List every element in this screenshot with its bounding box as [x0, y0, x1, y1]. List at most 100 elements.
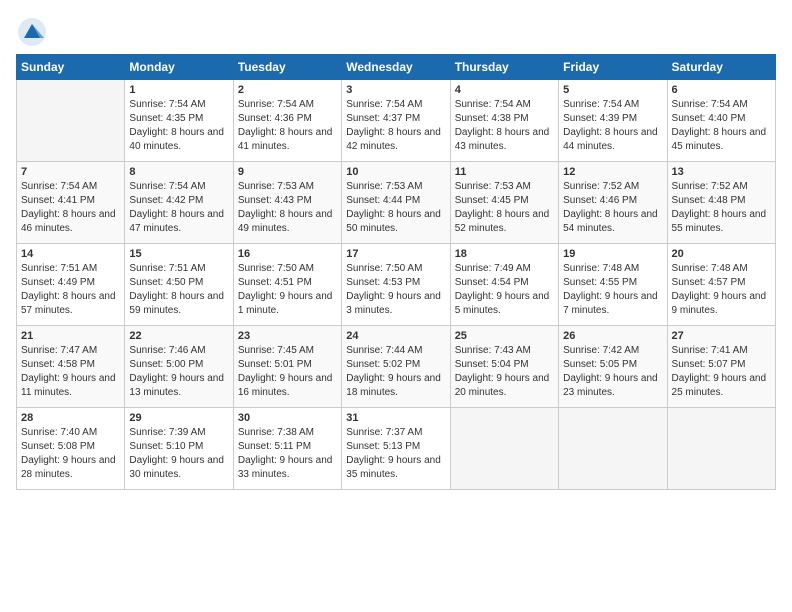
day-info: Sunrise: 7:54 AMSunset: 4:38 PMDaylight:…	[455, 98, 554, 154]
table-row: 2 Sunrise: 7:54 AMSunset: 4:36 PMDaylight…	[233, 80, 341, 162]
day-number: 16	[238, 248, 337, 260]
day-info: Sunrise: 7:54 AMSunset: 4:40 PMDaylight:…	[672, 98, 771, 154]
day-number: 2	[238, 84, 337, 96]
table-row: 15Sunrise: 7:51 AMSunset: 4:50 PMDayligh…	[125, 244, 233, 326]
day-number: 13	[672, 166, 771, 178]
logo-icon	[16, 16, 44, 44]
table-row: 22 Sunrise: 7:46 AMSunset: 5:00 PMDayligh…	[125, 326, 233, 408]
table-row: 19 Sunrise: 7:48 AMSunset: 4:55 PMDayligh…	[559, 244, 667, 326]
day-info: Sunrise: 7:47 AMSunset: 4:58 PMDaylight:…	[21, 344, 120, 400]
day-info: Sunrise: 7:54 AMSunset: 4:39 PMDaylight:…	[563, 98, 662, 154]
day-info: Sunrise: 7:54 AMSunset: 4:42 PMDaylight:…	[129, 180, 228, 236]
calendar-week-row: 28 Sunrise: 7:40 AMSunset: 5:08 PMDayligh…	[17, 408, 776, 490]
table-row: 21 Sunrise: 7:47 AMSunset: 4:58 PMDayligh…	[17, 326, 125, 408]
table-row: 20 Sunrise: 7:48 AMSunset: 4:57 PMDayligh…	[667, 244, 775, 326]
day-info: Sunrise: 7:52 AMSunset: 4:48 PMDaylight:…	[672, 180, 771, 236]
table-row: 4 Sunrise: 7:54 AMSunset: 4:38 PMDaylight…	[450, 80, 558, 162]
header-sunday: Sunday	[17, 55, 125, 80]
day-number: 30	[238, 412, 337, 424]
table-row: 25 Sunrise: 7:43 AMSunset: 5:04 PMDayligh…	[450, 326, 558, 408]
day-info: Sunrise: 7:48 AMSunset: 4:57 PMDaylight:…	[672, 262, 771, 318]
calendar-week-row: 7 Sunrise: 7:54 AMSunset: 4:41 PMDaylight…	[17, 162, 776, 244]
header-friday: Friday	[559, 55, 667, 80]
day-info: Sunrise: 7:48 AMSunset: 4:55 PMDaylight:…	[563, 262, 662, 318]
day-number: 17	[346, 248, 445, 260]
header-wednesday: Wednesday	[342, 55, 450, 80]
table-row: 30 Sunrise: 7:38 AMSunset: 5:11 PMDayligh…	[233, 408, 341, 490]
day-info: Sunrise: 7:37 AMSunset: 5:13 PMDaylight:…	[346, 426, 445, 482]
day-info: Sunrise: 7:49 AMSunset: 4:54 PMDaylight:…	[455, 262, 554, 318]
header-tuesday: Tuesday	[233, 55, 341, 80]
day-info: Sunrise: 7:46 AMSunset: 5:00 PMDaylight:…	[129, 344, 228, 400]
day-number: 7	[21, 166, 120, 178]
table-row: 10 Sunrise: 7:53 AMSunset: 4:44 PMDayligh…	[342, 162, 450, 244]
day-number: 10	[346, 166, 445, 178]
day-info: Sunrise: 7:39 AMSunset: 5:10 PMDaylight:…	[129, 426, 228, 482]
table-row: 13 Sunrise: 7:52 AMSunset: 4:48 PMDayligh…	[667, 162, 775, 244]
day-number: 19	[563, 248, 662, 260]
day-number: 6	[672, 84, 771, 96]
table-row: 24 Sunrise: 7:44 AMSunset: 5:02 PMDayligh…	[342, 326, 450, 408]
header	[16, 16, 776, 44]
day-number: 11	[455, 166, 554, 178]
table-row: 14Sunrise: 7:51 AMSunset: 4:49 PMDayligh…	[17, 244, 125, 326]
day-number: 3	[346, 84, 445, 96]
day-number: 24	[346, 330, 445, 342]
calendar-table: Sunday Monday Tuesday Wednesday Thursday…	[16, 54, 776, 490]
table-row: 6 Sunrise: 7:54 AMSunset: 4:40 PMDaylight…	[667, 80, 775, 162]
day-info: Sunrise: 7:51 AMSunset: 4:50 PMDaylight:…	[129, 262, 228, 318]
day-number: 8	[129, 166, 228, 178]
calendar-week-row: 1 Sunrise: 7:54 AMSunset: 4:35 PMDaylight…	[17, 80, 776, 162]
table-row: 29 Sunrise: 7:39 AMSunset: 5:10 PMDayligh…	[125, 408, 233, 490]
logo	[16, 16, 44, 44]
day-info: Sunrise: 7:40 AMSunset: 5:08 PMDaylight:…	[21, 426, 120, 482]
day-info: Sunrise: 7:53 AMSunset: 4:43 PMDaylight:…	[238, 180, 337, 236]
day-number: 28	[21, 412, 120, 424]
day-number: 23	[238, 330, 337, 342]
header-saturday: Saturday	[667, 55, 775, 80]
table-row: 1 Sunrise: 7:54 AMSunset: 4:35 PMDaylight…	[125, 80, 233, 162]
day-number: 4	[455, 84, 554, 96]
day-info: Sunrise: 7:54 AMSunset: 4:35 PMDaylight:…	[129, 98, 228, 154]
day-number: 27	[672, 330, 771, 342]
header-monday: Monday	[125, 55, 233, 80]
table-row: 9Sunrise: 7:53 AMSunset: 4:43 PMDaylight…	[233, 162, 341, 244]
day-number: 25	[455, 330, 554, 342]
day-info: Sunrise: 7:44 AMSunset: 5:02 PMDaylight:…	[346, 344, 445, 400]
day-info: Sunrise: 7:53 AMSunset: 4:44 PMDaylight:…	[346, 180, 445, 236]
day-info: Sunrise: 7:43 AMSunset: 5:04 PMDaylight:…	[455, 344, 554, 400]
table-row: 11Sunrise: 7:53 AMSunset: 4:45 PMDayligh…	[450, 162, 558, 244]
day-info: Sunrise: 7:42 AMSunset: 5:05 PMDaylight:…	[563, 344, 662, 400]
day-number: 26	[563, 330, 662, 342]
table-row	[559, 408, 667, 490]
table-row: 27 Sunrise: 7:41 AMSunset: 5:07 PMDayligh…	[667, 326, 775, 408]
table-row	[450, 408, 558, 490]
day-number: 18	[455, 248, 554, 260]
day-info: Sunrise: 7:41 AMSunset: 5:07 PMDaylight:…	[672, 344, 771, 400]
day-number: 1	[129, 84, 228, 96]
table-row: 7 Sunrise: 7:54 AMSunset: 4:41 PMDaylight…	[17, 162, 125, 244]
weekday-header-row: Sunday Monday Tuesday Wednesday Thursday…	[17, 55, 776, 80]
day-info: Sunrise: 7:54 AMSunset: 4:37 PMDaylight:…	[346, 98, 445, 154]
day-info: Sunrise: 7:38 AMSunset: 5:11 PMDaylight:…	[238, 426, 337, 482]
day-number: 20	[672, 248, 771, 260]
day-info: Sunrise: 7:52 AMSunset: 4:46 PMDaylight:…	[563, 180, 662, 236]
calendar-week-row: 21 Sunrise: 7:47 AMSunset: 4:58 PMDayligh…	[17, 326, 776, 408]
day-info: Sunrise: 7:54 AMSunset: 4:36 PMDaylight:…	[238, 98, 337, 154]
day-number: 22	[129, 330, 228, 342]
day-info: Sunrise: 7:50 AMSunset: 4:53 PMDaylight:…	[346, 262, 445, 318]
table-row	[667, 408, 775, 490]
day-number: 21	[21, 330, 120, 342]
day-info: Sunrise: 7:54 AMSunset: 4:41 PMDaylight:…	[21, 180, 120, 236]
day-info: Sunrise: 7:51 AMSunset: 4:49 PMDaylight:…	[21, 262, 120, 318]
calendar-week-row: 14Sunrise: 7:51 AMSunset: 4:49 PMDayligh…	[17, 244, 776, 326]
table-row: 16Sunrise: 7:50 AMSunset: 4:51 PMDayligh…	[233, 244, 341, 326]
table-row: 12 Sunrise: 7:52 AMSunset: 4:46 PMDayligh…	[559, 162, 667, 244]
table-row: 26 Sunrise: 7:42 AMSunset: 5:05 PMDayligh…	[559, 326, 667, 408]
header-thursday: Thursday	[450, 55, 558, 80]
table-row: 28 Sunrise: 7:40 AMSunset: 5:08 PMDayligh…	[17, 408, 125, 490]
day-number: 29	[129, 412, 228, 424]
day-number: 12	[563, 166, 662, 178]
day-number: 5	[563, 84, 662, 96]
table-row: 5 Sunrise: 7:54 AMSunset: 4:39 PMDaylight…	[559, 80, 667, 162]
